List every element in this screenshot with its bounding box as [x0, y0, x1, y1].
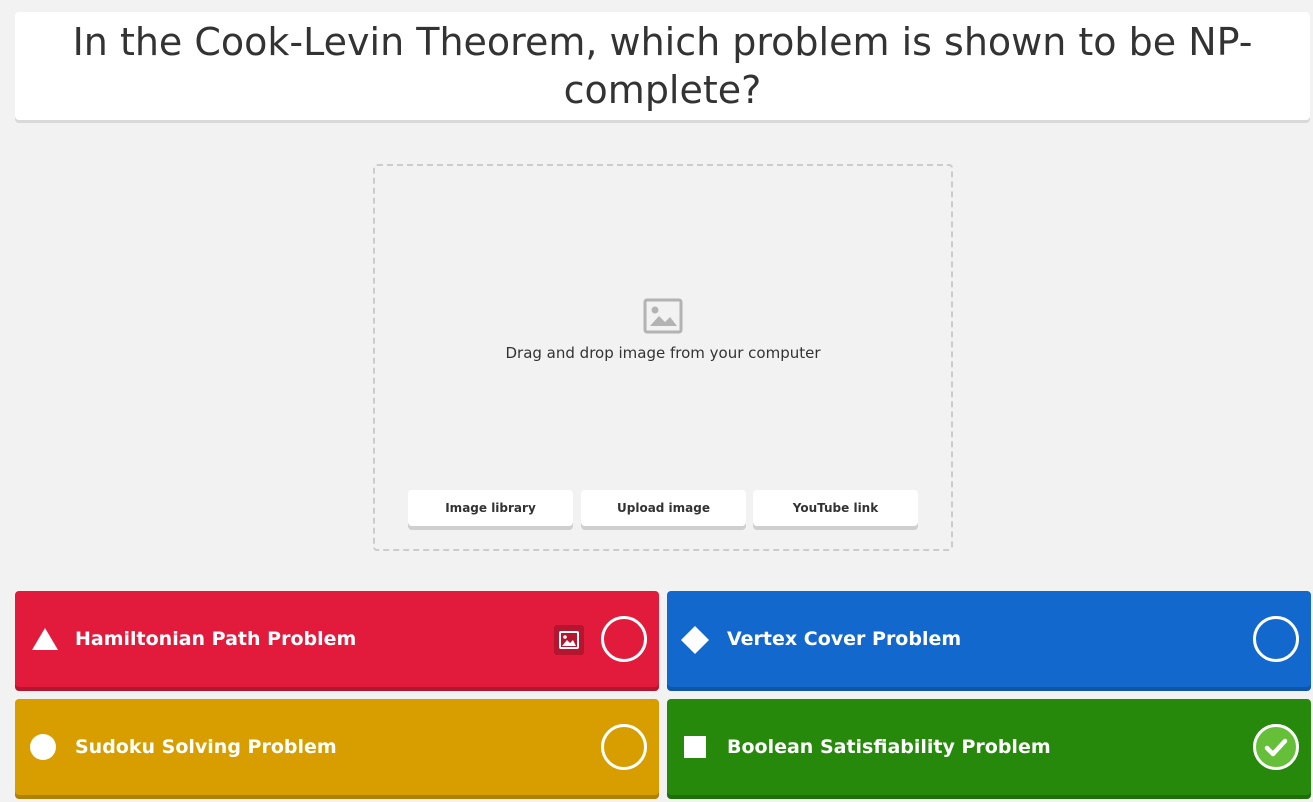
circle-icon [30, 734, 56, 760]
image-icon [643, 298, 683, 334]
square-icon [684, 736, 706, 758]
answer-option-3[interactable]: Sudoku Solving Problem [15, 699, 659, 795]
image-icon [559, 631, 579, 649]
answer-label[interactable]: Boolean Satisfiability Problem [727, 699, 1051, 795]
answer-option-4[interactable]: Boolean Satisfiability Problem [667, 699, 1311, 795]
correct-answer-toggle[interactable] [601, 724, 647, 770]
triangle-icon [32, 628, 58, 650]
answer-label[interactable]: Sudoku Solving Problem [75, 699, 337, 795]
answer-label[interactable]: Hamiltonian Path Problem [75, 591, 356, 687]
drop-instructions: Drag and drop image from your computer [505, 344, 821, 362]
answer-label[interactable]: Vertex Cover Problem [727, 591, 961, 687]
answer-option-2[interactable]: Vertex Cover Problem [667, 591, 1311, 687]
correct-answer-toggle[interactable] [601, 616, 647, 662]
upload-image-button[interactable]: Upload image [581, 490, 746, 526]
correct-answer-toggle[interactable] [1253, 616, 1299, 662]
add-image-button[interactable] [554, 625, 584, 655]
youtube-link-button[interactable]: YouTube link [753, 490, 918, 526]
answer-option-1[interactable]: Hamiltonian Path Problem [15, 591, 659, 687]
question-card[interactable]: In the Cook-Levin Theorem, which problem… [15, 12, 1310, 120]
image-library-button[interactable]: Image library [408, 490, 573, 526]
question-title[interactable]: In the Cook-Levin Theorem, which problem… [63, 18, 1263, 114]
diamond-icon [681, 626, 709, 654]
correct-answer-toggle[interactable] [1253, 724, 1299, 770]
check-icon [1264, 738, 1288, 757]
media-drop-zone[interactable]: Drag and drop image from your computer I… [373, 164, 953, 551]
